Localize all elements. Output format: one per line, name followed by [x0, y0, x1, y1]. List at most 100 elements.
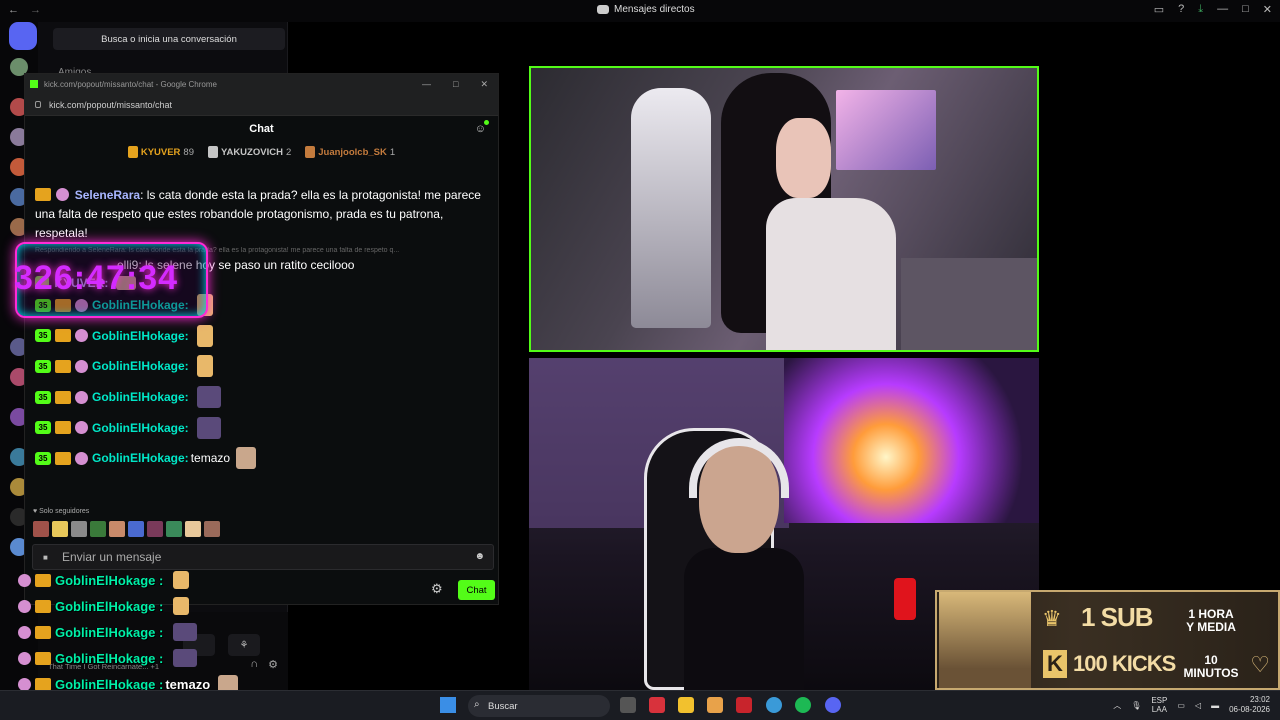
- leaderboard-entry[interactable]: KYUVER 89: [127, 146, 194, 158]
- emote-image: [173, 571, 190, 589]
- leaderboard-name: Juanjoolcb_SK: [318, 146, 387, 158]
- titlebar-controls: ▭ ? ⤓ — □ ✕: [1154, 3, 1272, 16]
- leaderboard-count: 1: [389, 146, 396, 158]
- battery-icon[interactable]: ▬: [1211, 701, 1219, 710]
- emote-quick-bar: [33, 521, 220, 537]
- start-button[interactable]: [440, 697, 456, 713]
- paw-badge-icon: [18, 599, 31, 613]
- kicks-label: 100 KICKS: [1073, 651, 1176, 676]
- sub-months-badge: 35: [35, 359, 51, 373]
- headset-icon[interactable]: ∩: [250, 658, 258, 671]
- download-icon[interactable]: ⤓: [1198, 3, 1203, 16]
- chat-message: SeleneRara: ls cata donde esta la prada?…: [35, 186, 490, 243]
- emote-image: [173, 597, 190, 615]
- kicks-reward-line2: MINUTOS: [1183, 666, 1239, 680]
- forward-arrow-icon[interactable]: →: [30, 4, 41, 16]
- window-title-text: Mensajes directos: [614, 4, 695, 15]
- emote-button[interactable]: [71, 521, 87, 537]
- crown-badge-icon: [35, 573, 51, 587]
- chevron-up-icon[interactable]: ︿: [1113, 700, 1121, 711]
- emote-button[interactable]: [52, 521, 68, 537]
- emoji-picker-icon[interactable]: ☻: [474, 551, 485, 562]
- taskbar-search-label: Buscar: [488, 700, 518, 712]
- volume-icon[interactable]: ◁: [1195, 701, 1201, 710]
- subathon-timer: 326:47:34: [14, 259, 179, 297]
- minimize-icon[interactable]: —: [422, 79, 431, 90]
- tv-screen: [836, 90, 936, 170]
- chat-users-icon[interactable]: ☺: [475, 120, 489, 135]
- screen: ← → Mensajes directos ▭ ? ⤓ — □ ✕ Busca …: [0, 0, 1280, 720]
- crown-badge-icon: [55, 451, 71, 465]
- discord-icon[interactable]: [825, 697, 841, 713]
- overlay-chat-row: GoblinElHokage :: [18, 645, 238, 671]
- anime-character-art: [939, 592, 1031, 688]
- paw-badge-icon: [18, 573, 31, 587]
- chat-title: Chat: [249, 123, 274, 135]
- settings-gear-icon[interactable]: ⚙: [268, 658, 278, 671]
- microphone-icon[interactable]: 🎙: [1131, 701, 1141, 710]
- discord-home-button[interactable]: [9, 22, 37, 50]
- paw-badge-icon: [75, 421, 88, 435]
- close-icon[interactable]: ✕: [480, 79, 488, 90]
- chat-username[interactable]: GoblinElHokage:: [92, 359, 189, 373]
- chat-username[interactable]: SeleneRara: [75, 188, 140, 202]
- emote-image: [173, 623, 198, 641]
- chat-username[interactable]: GoblinElHokage:: [92, 390, 189, 404]
- emote-image: [196, 416, 221, 439]
- app-icon[interactable]: [707, 697, 723, 713]
- chrome-icon[interactable]: [766, 697, 782, 713]
- address-bar[interactable]: kick.com/popout/missanto/chat: [25, 94, 498, 116]
- chat-username[interactable]: GoblinElHokage:: [92, 451, 189, 465]
- chat-settings-gear-icon[interactable]: ⚙: [431, 581, 443, 597]
- search-icon: ⌕: [474, 699, 480, 710]
- emote-button[interactable]: [166, 521, 182, 537]
- system-tray: ︿ 🎙 ESP LAA ▭ ◁ ▬ 23:02 06-08-2026: [1113, 695, 1270, 715]
- maximize-icon[interactable]: □: [1242, 3, 1249, 16]
- rank-medal-icon: [305, 146, 316, 158]
- url-text: kick.com/popout/missanto/chat: [49, 99, 173, 110]
- overlay-chat-row: GoblinElHokage :: [18, 593, 238, 619]
- emote-button[interactable]: [185, 521, 201, 537]
- emote-button[interactable]: [33, 521, 49, 537]
- kicks-reward: 10 MINUTOS: [1181, 654, 1241, 680]
- clock[interactable]: 23:02 06-08-2026: [1229, 695, 1270, 715]
- chat-username[interactable]: GoblinElHokage:: [92, 421, 189, 435]
- emote-image: [196, 386, 221, 409]
- leaderboard-entry[interactable]: YAKUZOVICH 2: [208, 146, 291, 158]
- chat-input-icon: ■: [43, 553, 48, 562]
- paw-badge-icon: [18, 677, 31, 691]
- spotify-icon[interactable]: [795, 697, 811, 713]
- leaderboard-entry[interactable]: Juanjoolcb_SK 1: [305, 146, 395, 158]
- user-controls: ∩ ⚙: [250, 658, 278, 671]
- task-view-icon[interactable]: [620, 697, 636, 713]
- emote-button[interactable]: [147, 521, 163, 537]
- help-icon[interactable]: ?: [1178, 3, 1184, 16]
- emote-button[interactable]: [204, 521, 220, 537]
- taskbar-search[interactable]: ⌕ Buscar: [468, 695, 610, 717]
- crown-badge-icon: [55, 329, 71, 343]
- language-indicator[interactable]: ESP LAA: [1151, 696, 1167, 714]
- red-can: [894, 578, 916, 620]
- app-icon[interactable]: [649, 697, 665, 713]
- network-icon[interactable]: ▭: [1177, 701, 1185, 710]
- send-chat-button[interactable]: Chat: [458, 580, 495, 600]
- leaderboard-count: 89: [183, 146, 194, 158]
- site-info-icon[interactable]: [35, 101, 41, 108]
- close-icon[interactable]: ✕: [1263, 3, 1272, 16]
- inbox-icon[interactable]: ▭: [1154, 3, 1164, 16]
- chat-username[interactable]: GoblinElHokage:: [92, 329, 189, 343]
- app-icon[interactable]: [736, 697, 752, 713]
- maximize-icon[interactable]: □: [453, 79, 458, 90]
- file-explorer-icon[interactable]: [678, 697, 694, 713]
- leaderboard-count: 2: [285, 146, 292, 158]
- chat-message: 35 GoblinElHokage:: [35, 321, 490, 352]
- emote-button[interactable]: [109, 521, 125, 537]
- crown-badge-icon: [55, 421, 71, 435]
- emote-button[interactable]: [90, 521, 106, 537]
- emote-button[interactable]: [128, 521, 144, 537]
- clock-time: 23:02: [1249, 695, 1270, 704]
- back-arrow-icon[interactable]: ←: [8, 4, 19, 16]
- minimize-icon[interactable]: —: [1217, 3, 1228, 16]
- conversation-search[interactable]: Busca o inicia una conversación: [53, 28, 285, 50]
- leaderboard-name: KYUVER: [140, 146, 181, 158]
